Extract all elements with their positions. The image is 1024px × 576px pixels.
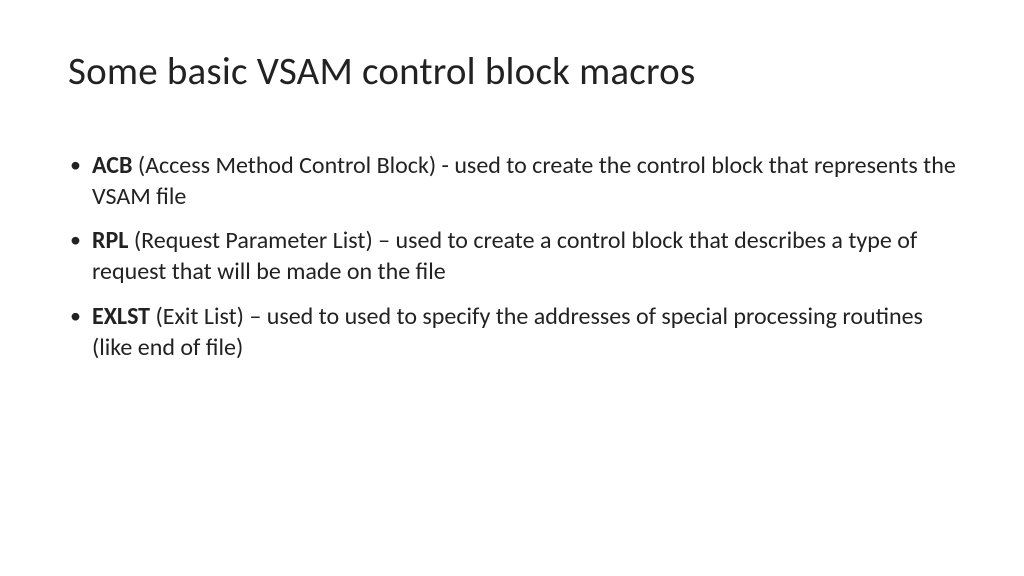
list-item: ACB (Access Method Control Block) - used… [68, 151, 956, 212]
bullet-bold: RPL [92, 226, 128, 255]
bullet-text: (Exit List) – used to used to specify th… [92, 302, 923, 362]
list-item: EXLST (Exit List) – used to used to spec… [68, 302, 956, 363]
bullet-bold: EXLST [92, 302, 150, 331]
slide: Some basic VSAM control block macros ACB… [0, 0, 1024, 576]
list-item: RPL (Request Parameter List) – used to c… [68, 226, 956, 287]
bullet-text: (Request Parameter List) – used to creat… [92, 226, 917, 286]
bullet-text: (Access Method Control Block) - used to … [92, 151, 956, 211]
slide-title: Some basic VSAM control block macros [68, 48, 956, 95]
bullet-bold: ACB [92, 151, 132, 180]
bullet-list: ACB (Access Method Control Block) - used… [68, 151, 956, 363]
